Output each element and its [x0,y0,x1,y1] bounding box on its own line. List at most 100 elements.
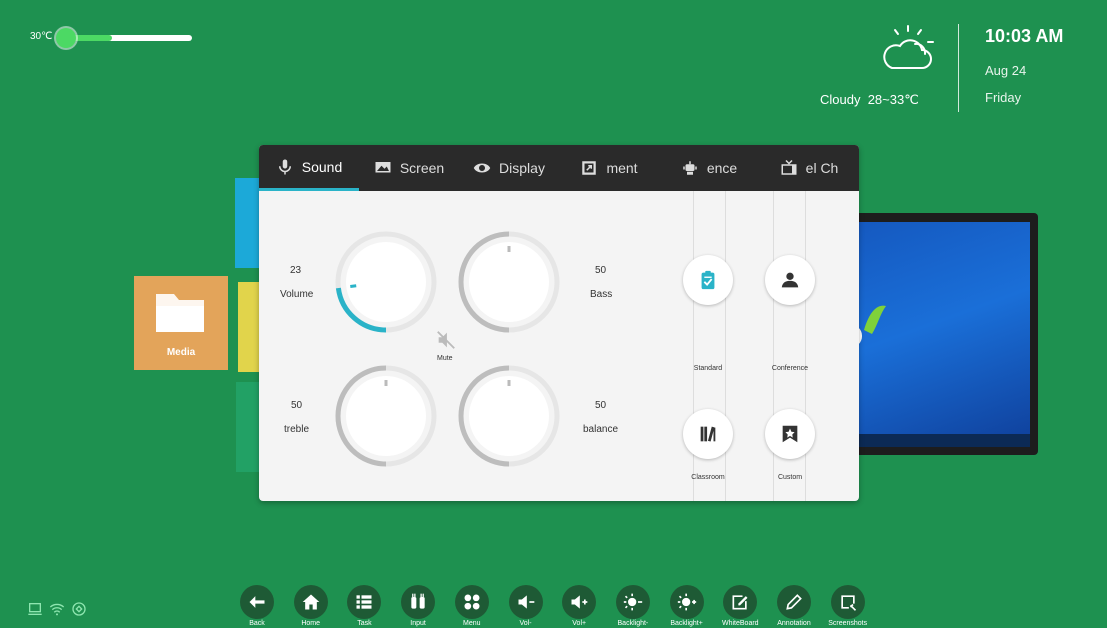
tab-intelligence[interactable]: ence [659,145,759,191]
dock-label: Vol+ [572,620,587,627]
dock-button-backlight[interactable] [669,585,704,619]
clock-weekday: Friday [985,90,1022,105]
dock-label: Home [301,620,321,627]
tab-channel[interactable]: el Ch [759,145,859,191]
volume-knob[interactable] [331,227,441,337]
input-plug-icon [411,593,425,609]
preset-classroom-label: Classroom [691,474,725,481]
dock-label: Menu [463,620,481,627]
backlight-down-icon [623,593,643,611]
preset-custom-label: Custom [777,474,803,481]
people-icon [781,272,799,288]
folder-icon [156,294,204,332]
dock-button-input[interactable] [401,585,436,619]
dock-button-menu[interactable] [454,585,489,619]
dock-label: Vol- [519,620,532,627]
mute-icon[interactable] [435,329,457,351]
tv-icon [781,159,797,175]
dock-label: Annotation [777,620,811,627]
knob-face [469,376,549,456]
robot-icon [683,161,697,175]
temperature-label: 30℃ [30,31,53,42]
desktop-taskbar [858,434,1030,447]
tab-label: Sound [301,158,343,175]
volume-label: Volume [280,289,314,300]
settings-dialog: Sound Screen Display ment ence el Ch 23 … [259,145,859,501]
screen-icon [375,162,391,173]
tab-label: ment [606,160,638,176]
balance-value: 50 [595,400,607,411]
preset-standard-button[interactable] [683,255,733,305]
books-icon [700,426,716,442]
knob-indicator [350,284,357,289]
volume-down-icon [518,595,534,609]
tab-display[interactable]: Display [459,145,559,191]
volume-value: 23 [290,265,302,276]
dock-label: WhiteBoard [722,620,759,627]
weather-range: 28~33℃ [867,92,919,107]
preset-classroom-button[interactable] [683,409,733,459]
balance-knob[interactable] [454,361,564,471]
volume-up-icon [571,595,588,609]
dock-button-vol[interactable] [508,585,543,619]
cloud-sun-icon [883,25,934,69]
task-list-icon [356,595,372,609]
preset-conference-button[interactable] [765,255,815,305]
bass-knob[interactable] [454,227,564,337]
dock-label: Backlight+ [670,620,703,627]
dock-button-home[interactable] [293,585,328,619]
dock-label: Task [357,620,372,627]
preset-conference-label: Conference [771,365,809,372]
bass-label: Bass [590,289,613,300]
adjust-icon [582,161,597,175]
tab-sound[interactable]: Sound [259,145,359,191]
knob-face [346,242,426,322]
dock-button-back[interactable] [240,585,274,619]
sync-icon[interactable] [71,601,87,617]
laptop-icon[interactable] [27,601,43,617]
clock-time: 10:03 AM [985,26,1064,46]
treble-knob[interactable] [331,361,441,471]
microphone-icon [278,159,291,174]
dock-button-vol[interactable] [562,585,597,619]
star-icon [782,425,798,443]
clipboard-check-icon [701,270,715,290]
divider [773,191,774,501]
temperature-slider-thumb[interactable] [56,28,76,48]
menu-grid-icon [464,594,480,610]
tab-bar: Sound Screen Display ment ence el Ch [259,145,859,191]
dock-label: Back [249,620,265,627]
dock-button-task[interactable] [347,585,382,619]
divider [805,191,806,501]
sound-panel: 23 Volume 50 Bass Mute 50 treble 50 bala… [259,191,859,501]
preset-standard-label: Standard [693,365,723,372]
eye-icon [473,163,491,173]
dock-button-annotation[interactable] [777,585,811,619]
knob-face [346,376,426,456]
preset-custom-button[interactable] [765,409,815,459]
knob-face [469,242,549,322]
back-arrow-icon [249,596,265,608]
tab-label: el Ch [805,160,839,176]
divider [958,24,959,112]
dock-button-whiteboard[interactable] [723,585,758,619]
weather-condition: Cloudy [820,92,861,107]
tab-label: Screen [399,160,445,176]
tab-label: ence [706,160,738,176]
tab-label: Display [499,160,545,176]
pen-icon [786,594,802,610]
desktop-logo-icon [864,305,886,334]
whiteboard-icon [732,595,748,610]
wifi-icon[interactable] [49,601,65,617]
dock-label: Screenshots [828,620,868,627]
dock-button-backlight[interactable] [615,585,650,619]
screenshot-icon [841,595,856,611]
treble-value: 50 [291,400,303,411]
weather-summary: Cloudy 28~33℃ [820,92,919,108]
dock-label: Backlight- [617,620,649,627]
dock-label: Input [410,620,426,627]
tab-adjustment[interactable]: ment [559,145,659,191]
tab-screen[interactable]: Screen [359,145,459,191]
dock-button-screenshots[interactable] [830,585,865,619]
balance-label: balance [583,424,619,435]
